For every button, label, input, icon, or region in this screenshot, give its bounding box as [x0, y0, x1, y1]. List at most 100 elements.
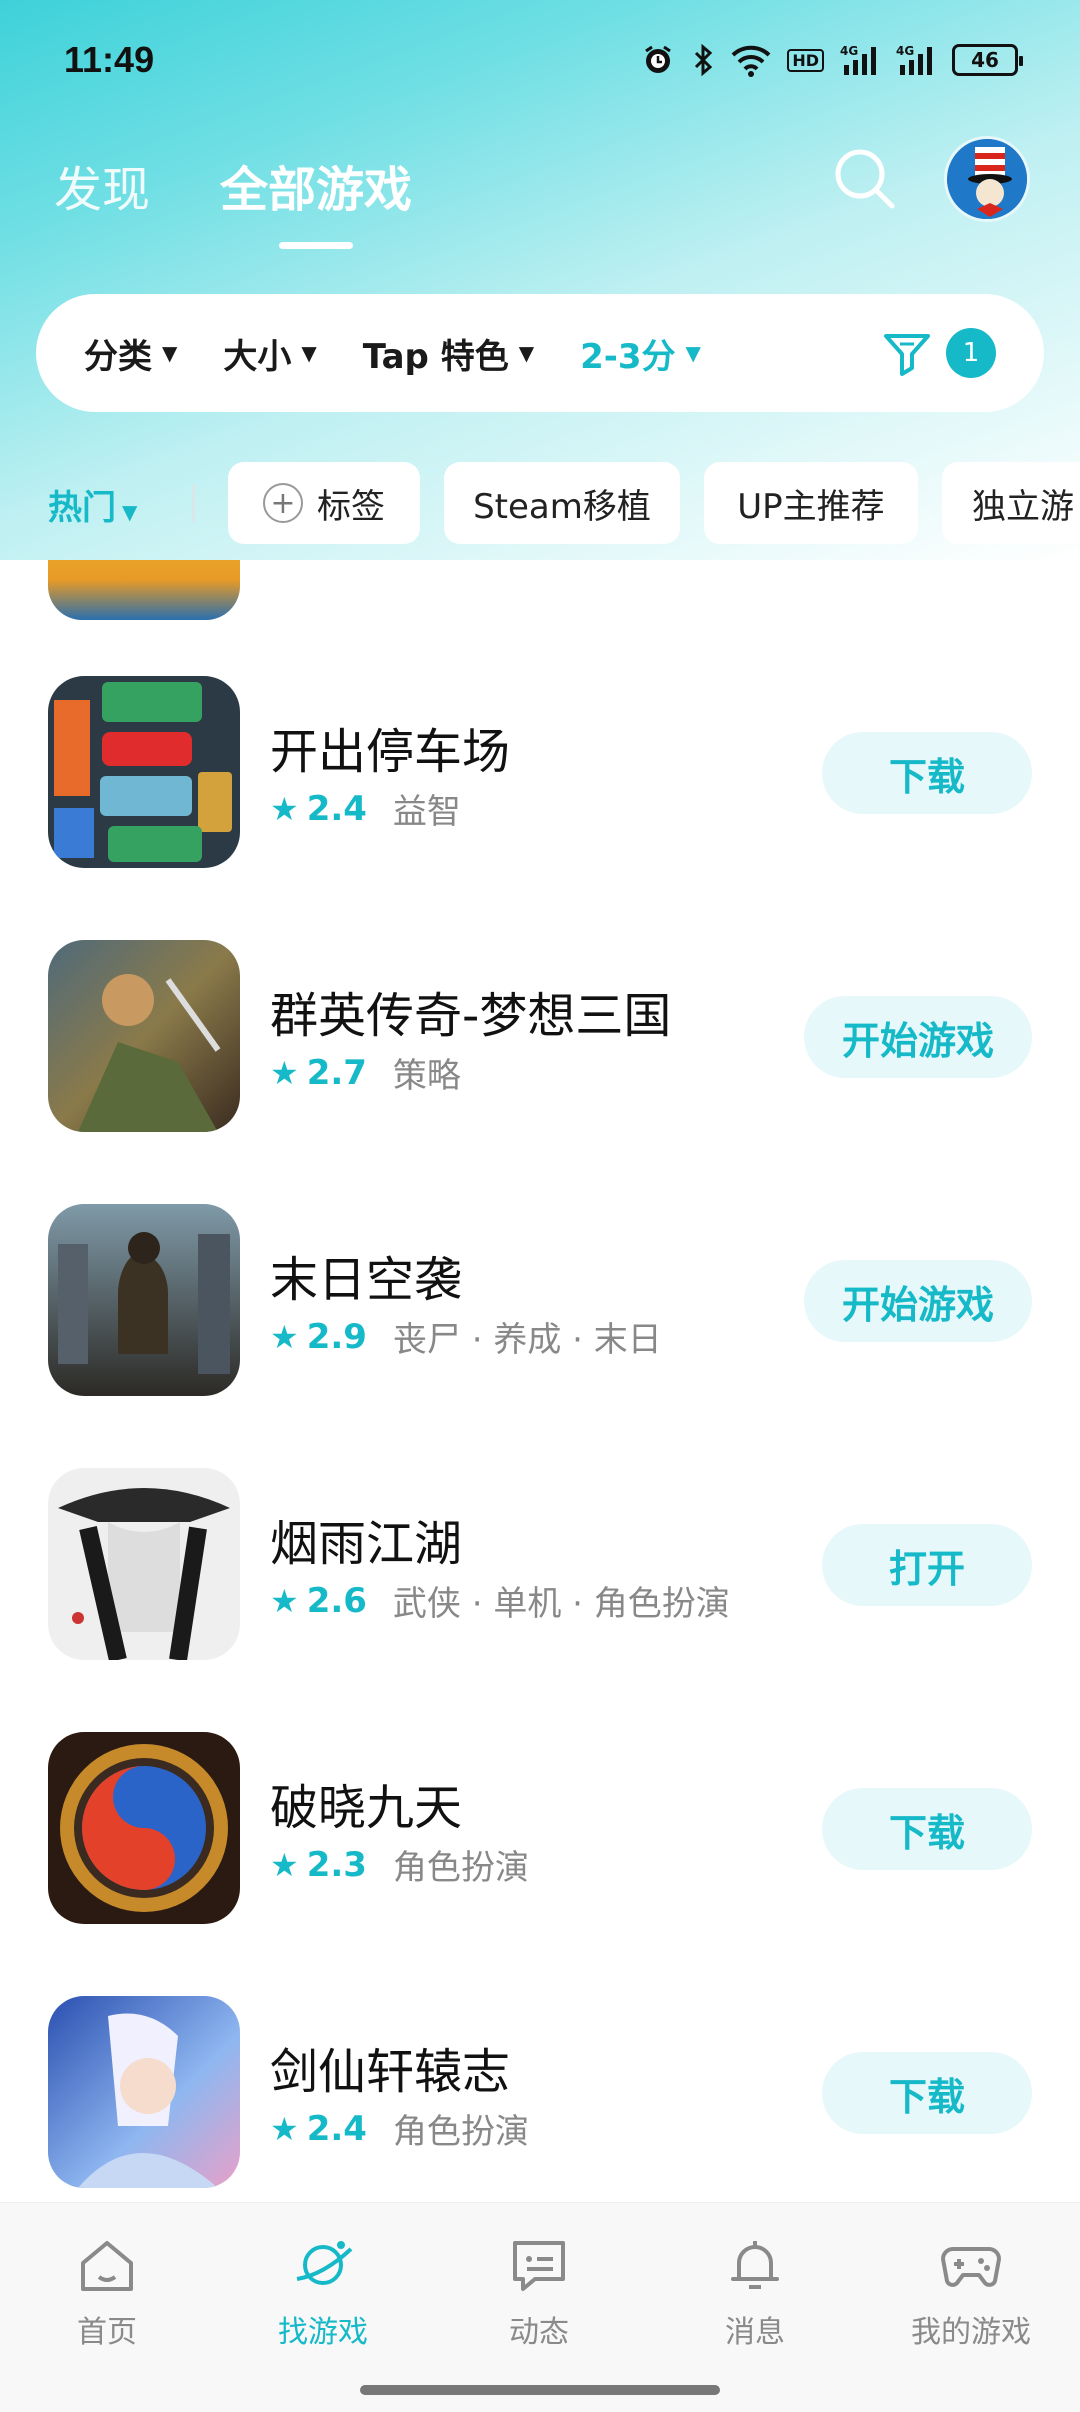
start-game-button[interactable]: 开始游戏	[804, 1260, 1032, 1342]
filter-category-label: 分类	[84, 336, 152, 377]
game-icon[interactable]	[48, 1996, 240, 2188]
chip-label: 标签	[317, 486, 385, 527]
nav-messages[interactable]: 消息	[680, 2233, 830, 2351]
hd-badge: HD	[787, 48, 824, 72]
game-score: 2.4	[306, 2108, 367, 2149]
game-name: 末日空袭	[270, 1252, 463, 1308]
svg-text:4G: 4G	[840, 44, 858, 58]
game-tags: 丧尸 · 养成 · 末日	[392, 1320, 662, 1360]
game-score: 2.4	[306, 788, 367, 829]
bottom-nav: 首页 找游戏 动态 消息 我的游戏	[0, 2202, 1080, 2412]
filter-size[interactable]: 大小 ▼	[223, 329, 316, 378]
list-item[interactable]: 群英传奇-梦想三国 ★ 2.7 策略 开始游戏	[0, 940, 1080, 1204]
start-game-button[interactable]: 开始游戏	[804, 996, 1032, 1078]
game-meta: ★ 2.4 益智	[270, 784, 461, 833]
filter-tap-feature-label: Tap 特色	[362, 336, 509, 377]
game-tags: 武侠 · 单机 · 角色扮演	[392, 1584, 730, 1624]
caret-down-icon: ▼	[518, 341, 535, 365]
chip-label: UP主推荐	[737, 486, 885, 527]
download-button[interactable]: 下载	[822, 1788, 1032, 1870]
wifi-icon	[731, 43, 771, 77]
planet-icon	[296, 2241, 353, 2285]
funnel-icon[interactable]	[882, 328, 932, 378]
nav-find-games-label: 找游戏	[278, 2315, 368, 2350]
list-item[interactable]: 剑仙轩辕志 ★ 2.4 角色扮演 下载	[0, 1996, 1080, 2200]
download-button[interactable]: 下载	[822, 732, 1032, 814]
tab-discover[interactable]: 发现	[54, 150, 150, 220]
game-meta: ★ 2.6 武侠 · 单机 · 角色扮演	[270, 1576, 730, 1625]
home-icon	[81, 2241, 133, 2291]
list-item[interactable]: 开出停车场 ★ 2.4 益智 下载	[0, 676, 1080, 940]
star-icon: ★	[270, 1053, 299, 1092]
top-nav: 发现 全部游戏	[0, 130, 1080, 250]
list-item[interactable]: 破晓九天 ★ 2.3 角色扮演 下载	[0, 1732, 1080, 1996]
status-bar: 11:49 HD 4G 4G 46	[0, 0, 1080, 120]
game-tags: 角色扮演	[392, 2112, 529, 2152]
game-tags: 角色扮演	[392, 1848, 529, 1888]
caret-down-icon: ▼	[301, 341, 317, 365]
battery-icon: 46	[952, 44, 1023, 76]
game-icon[interactable]	[48, 1468, 240, 1660]
clock: 11:49	[64, 39, 155, 80]
hot-label: 热门	[48, 488, 116, 528]
nav-my-games[interactable]: 我的游戏	[896, 2233, 1046, 2351]
chip-indie[interactable]: 独立游	[942, 462, 1080, 544]
game-icon[interactable]	[48, 940, 240, 1132]
game-score: 2.3	[306, 1844, 367, 1885]
game-meta: ★ 2.7 策略	[270, 1048, 461, 1097]
search-icon[interactable]	[830, 144, 900, 214]
chip-label: Steam移植	[473, 486, 651, 527]
open-button[interactable]: 打开	[822, 1524, 1032, 1606]
avatar[interactable]	[944, 136, 1030, 222]
hot-dropdown[interactable]: 热门 ▼	[48, 480, 137, 529]
signal-icon-1: 4G	[840, 43, 880, 77]
home-indicator[interactable]	[360, 2385, 720, 2395]
chip-tags[interactable]: + 标签	[228, 462, 420, 544]
bell-icon	[731, 2241, 779, 2289]
game-tags: 策略	[392, 1056, 461, 1096]
game-name: 烟雨江湖	[270, 1516, 463, 1572]
alarm-icon	[641, 43, 675, 77]
download-button[interactable]: 下载	[822, 2052, 1032, 2134]
game-icon[interactable]	[48, 1204, 240, 1396]
game-meta: ★ 2.4 角色扮演	[270, 2104, 529, 2153]
game-name: 剑仙轩辕志	[270, 2044, 511, 2100]
chat-icon	[513, 2241, 565, 2291]
filter-score-label: 2-3分	[580, 336, 676, 377]
star-icon: ★	[270, 789, 299, 828]
list-item[interactable]: 烟雨江湖 ★ 2.6 武侠 · 单机 · 角色扮演 打开	[0, 1468, 1080, 1732]
nav-home[interactable]: 首页	[32, 2233, 182, 2351]
caret-down-icon: ▼	[685, 341, 701, 365]
game-score: 2.6	[306, 1580, 367, 1621]
filter-score[interactable]: 2-3分 ▼	[580, 329, 701, 378]
game-meta: ★ 2.3 角色扮演	[270, 1840, 529, 1889]
game-meta: ★ 2.9 丧尸 · 养成 · 末日	[270, 1312, 662, 1361]
tab-all-games[interactable]: 全部游戏	[220, 150, 412, 220]
chip-steam-port[interactable]: Steam移植	[444, 462, 680, 544]
filter-size-label: 大小	[223, 336, 292, 377]
chip-label: 独立游	[972, 486, 1074, 527]
star-icon: ★	[270, 2109, 299, 2148]
partial-game-icon[interactable]	[48, 560, 240, 620]
nav-my-games-label: 我的游戏	[911, 2315, 1031, 2350]
tag-divider	[192, 484, 195, 522]
bluetooth-icon	[691, 43, 715, 77]
nav-moments-label: 动态	[509, 2315, 569, 2350]
nav-moments[interactable]: 动态	[464, 2233, 614, 2351]
plus-icon: +	[263, 483, 303, 523]
filter-tap-feature[interactable]: Tap 特色 ▼	[363, 329, 534, 378]
game-score: 2.9	[306, 1316, 367, 1357]
star-icon: ★	[270, 1845, 299, 1884]
game-icon[interactable]	[48, 676, 240, 868]
game-icon[interactable]	[48, 1732, 240, 1924]
caret-down-icon: ▼	[162, 341, 178, 365]
filter-category[interactable]: 分类 ▼	[84, 329, 177, 378]
status-icons: HD 4G 4G 46	[641, 43, 1023, 77]
star-icon: ★	[270, 1317, 299, 1356]
nav-messages-label: 消息	[725, 2315, 785, 2350]
chip-up-recommend[interactable]: UP主推荐	[704, 462, 918, 544]
nav-find-games[interactable]: 找游戏	[248, 2233, 398, 2351]
svg-text:4G: 4G	[896, 44, 914, 58]
star-icon: ★	[270, 1581, 299, 1620]
list-item[interactable]: 末日空袭 ★ 2.9 丧尸 · 养成 · 末日 开始游戏	[0, 1204, 1080, 1468]
